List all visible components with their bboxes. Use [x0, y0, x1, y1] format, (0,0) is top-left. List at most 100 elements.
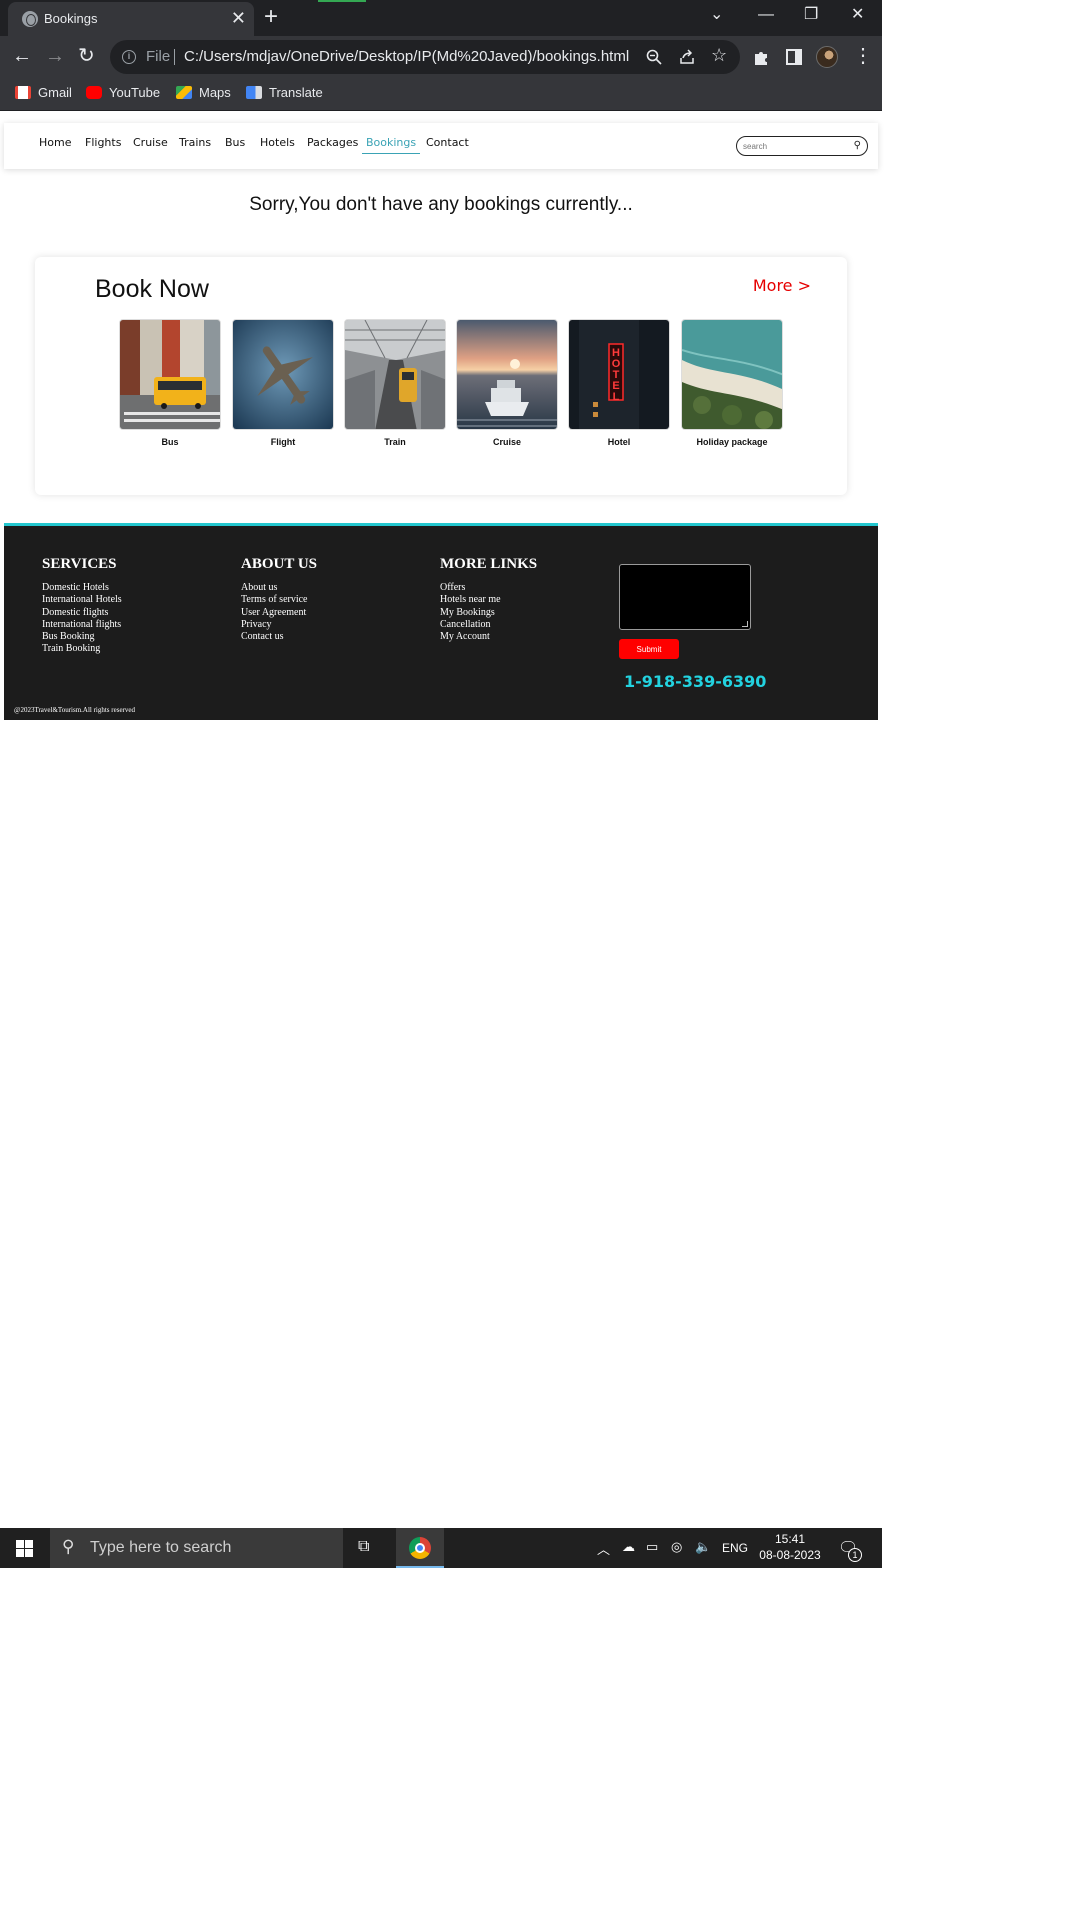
chrome-taskbar-app[interactable]	[396, 1528, 444, 1568]
system-clock[interactable]: 15:41 08-08-2023	[756, 1531, 824, 1563]
tile-label-cruise: Cruise	[492, 437, 521, 447]
volume-icon[interactable]: 🔈	[695, 1539, 711, 1555]
chrome-icon	[409, 1537, 431, 1559]
translate-icon	[246, 86, 262, 99]
globe-icon	[22, 11, 38, 27]
book-tile-train[interactable]: Train	[344, 319, 446, 447]
footer-link[interactable]: Terms of service	[241, 594, 317, 606]
tray-overflow-icon[interactable]: ︿	[597, 1539, 610, 1558]
profile-avatar[interactable]	[816, 46, 838, 68]
footer-link[interactable]: User Agreement	[241, 607, 317, 619]
more-link[interactable]: More >	[753, 276, 811, 295]
url-text[interactable]: C:/Users/mdjav/OneDrive/Desktop/IP(Md%20…	[184, 48, 629, 65]
footer-services-title: SERVICES	[42, 556, 117, 572]
train-image	[344, 319, 446, 430]
browser-tab-strip: Bookings ✕ + ⌄ — ❐ ✕	[0, 0, 882, 36]
book-tile-bus[interactable]: Bus	[119, 319, 221, 447]
clock-time: 15:41	[774, 1532, 806, 1546]
share-icon[interactable]	[679, 49, 695, 65]
close-tab-button[interactable]: ✕	[231, 8, 246, 28]
book-tile-hotel[interactable]: H O T E L Hotel	[568, 319, 670, 447]
nav-home[interactable]: Home	[39, 136, 71, 149]
site-info-icon[interactable]: i	[122, 50, 136, 64]
tile-label-hotel: Hotel	[607, 437, 631, 447]
footer-link[interactable]: Cancellation	[440, 619, 537, 631]
back-button[interactable]: ←	[12, 44, 32, 68]
star-icon[interactable]: ☆	[711, 46, 727, 64]
site-search-input[interactable]	[743, 139, 847, 153]
nav-flights[interactable]: Flights	[85, 136, 121, 149]
footer-link[interactable]: Hotels near me	[440, 594, 537, 606]
footer-link[interactable]: Bus Booking	[42, 631, 122, 643]
footer-services: SERVICES Domestic Hotels International H…	[42, 556, 122, 656]
nav-contact[interactable]: Contact	[426, 136, 469, 149]
footer-link[interactable]: Train Booking	[42, 643, 122, 655]
book-tile-cruise[interactable]: Cruise	[456, 319, 558, 447]
bookmark-gmail[interactable]: Gmail	[15, 84, 72, 102]
onedrive-icon[interactable]: ☁	[622, 1539, 635, 1555]
footer-link[interactable]: Domestic flights	[42, 607, 122, 619]
footer-link[interactable]: Privacy	[241, 619, 317, 631]
forward-button[interactable]: →	[45, 44, 65, 68]
no-bookings-message: Sorry,You don't have any bookings curren…	[249, 194, 633, 215]
bookmarks-bar: Gmail YouTube Maps Translate	[0, 78, 882, 111]
bookmark-translate[interactable]: Translate	[246, 84, 323, 102]
nav-bus[interactable]: Bus	[225, 136, 245, 149]
language-indicator[interactable]: ENG	[722, 1541, 748, 1555]
loading-indicator	[318, 0, 366, 2]
footer-link[interactable]: International Hotels	[42, 594, 122, 606]
site-navbar: Home Flights Cruise Trains Bus Hotels Pa…	[4, 123, 878, 169]
side-panel-icon[interactable]	[785, 48, 803, 66]
footer-link[interactable]: Offers	[440, 582, 537, 594]
submit-button[interactable]: Submit	[619, 639, 679, 659]
book-tile-flight[interactable]: Flight	[232, 319, 334, 447]
menu-kebab-icon[interactable]: ⋮	[853, 44, 873, 68]
tab-title: Bookings	[44, 11, 98, 26]
taskbar-search[interactable]: ⚲ Type here to search	[50, 1528, 343, 1568]
restore-button[interactable]: ❐	[804, 4, 818, 26]
tab-search-icon[interactable]: ⌄	[710, 4, 723, 26]
maps-icon	[176, 86, 192, 99]
footer-link[interactable]: My Account	[440, 631, 537, 643]
footer-link[interactable]: About us	[241, 582, 317, 594]
reload-button[interactable]: ↻	[78, 44, 95, 68]
footer-phone: 1-918-339-6390	[624, 672, 767, 691]
bus-image	[119, 319, 221, 430]
footer-link[interactable]: International flights	[42, 619, 122, 631]
youtube-icon	[86, 86, 102, 99]
address-bar[interactable]: i File C:/Users/mdjav/OneDrive/Desktop/I…	[110, 40, 740, 74]
nav-trains[interactable]: Trains	[179, 136, 211, 149]
footer-link[interactable]: Contact us	[241, 631, 317, 643]
search-icon[interactable]: ⚲	[854, 140, 861, 151]
new-tab-button[interactable]: +	[264, 3, 278, 31]
browser-toolbar: ← → ↻ i File C:/Users/mdjav/OneDrive/Des…	[0, 36, 882, 78]
zoom-icon[interactable]	[646, 49, 662, 65]
bookmark-youtube[interactable]: YouTube	[86, 84, 160, 102]
tile-label-train: Train	[384, 437, 406, 447]
tab-bookings[interactable]: Bookings ✕	[8, 2, 254, 36]
bookmark-maps[interactable]: Maps	[176, 84, 231, 102]
book-now-title: Book Now	[95, 275, 209, 303]
resize-grip-icon[interactable]	[742, 621, 748, 627]
nav-hotels[interactable]: Hotels	[260, 136, 295, 149]
extensions-icon[interactable]	[752, 48, 770, 66]
battery-icon[interactable]: ▭	[646, 1539, 658, 1555]
footer-link[interactable]: Domestic Hotels	[42, 582, 122, 594]
nav-cruise[interactable]: Cruise	[133, 136, 168, 149]
nav-bookings[interactable]: Bookings	[362, 136, 421, 154]
network-globe-icon[interactable]: ◎	[671, 1539, 682, 1555]
tile-label-holiday-package: Holiday package	[696, 437, 768, 447]
footer-about-title: ABOUT US	[241, 556, 317, 572]
notifications-count: 1	[848, 1548, 862, 1562]
task-view-icon[interactable]: ⧉	[358, 1538, 369, 1556]
close-window-button[interactable]: ✕	[851, 4, 864, 26]
flight-image	[232, 319, 334, 430]
windows-start-icon[interactable]	[16, 1540, 33, 1557]
book-tile-holiday-package[interactable]: Holiday package	[681, 319, 783, 447]
minimize-button[interactable]: —	[758, 4, 774, 26]
footer-message-textarea[interactable]	[619, 564, 751, 630]
nav-packages[interactable]: Packages	[307, 136, 358, 149]
site-search[interactable]: ⚲	[736, 136, 868, 156]
footer-link[interactable]: My Bookings	[440, 607, 537, 619]
scheme-label: File	[146, 48, 171, 65]
